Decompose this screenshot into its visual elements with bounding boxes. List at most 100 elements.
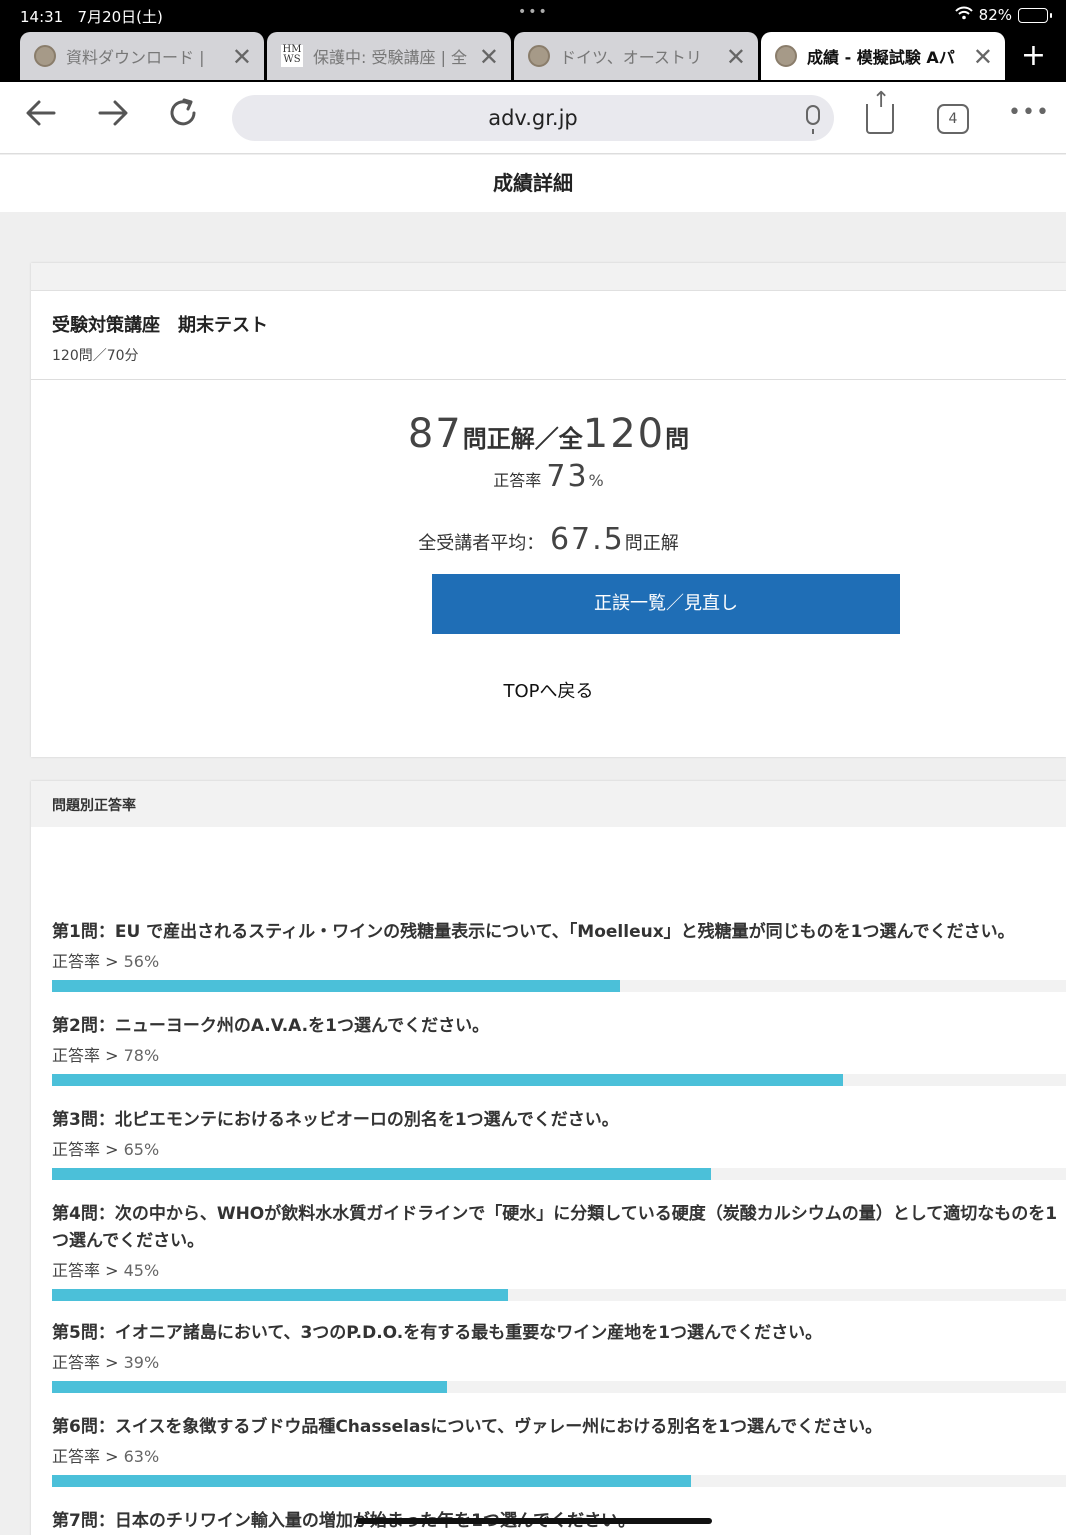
question-rate: 正答率 > 63%: [52, 1443, 1066, 1467]
battery-icon: [1018, 7, 1052, 23]
close-icon[interactable]: ✕: [479, 43, 499, 71]
question-rate: 正答率 > 78%: [52, 1042, 1066, 1066]
rate-line: 正答率 73%: [31, 459, 1066, 494]
rate-bar-fill: [52, 1289, 509, 1301]
rate-prefix: 正答率 >: [52, 1353, 124, 1372]
total-count: 120: [582, 411, 666, 457]
question-title: 第6問：スイスを象徴するブドウ品種Chasselasについて、ヴァレー州における…: [52, 1417, 883, 1437]
reload-icon[interactable]: [166, 96, 200, 139]
site-seal-icon: [34, 45, 56, 67]
status-right: 82%: [954, 6, 1052, 24]
rate-prefix: 正答率 >: [52, 1140, 124, 1159]
rate-bar-fill: [52, 1381, 448, 1393]
question-title: 第1問：EU で産出されるスティル・ワインの残糖量表示について、「Moelleu…: [52, 922, 1015, 942]
microphone-icon[interactable]: [806, 105, 820, 134]
rate-bar-fill: [52, 980, 620, 992]
question-rate: 正答率 > 39%: [52, 1349, 1066, 1373]
back-to-top-label: TOPへ戻る: [503, 681, 594, 702]
url-text: adv.gr.jp: [488, 106, 578, 130]
total-suffix: 問: [665, 425, 690, 453]
status-bar: 14:31 7月20日(土) ••• 82%: [0, 0, 1066, 32]
score-line: 87問正解／全120問: [31, 411, 1066, 457]
rate-bar-fill: [52, 1475, 691, 1487]
average-suffix: 問正解: [624, 533, 679, 554]
rate-prefix: 正答率 >: [52, 1261, 124, 1280]
status-time: 14:31 7月20日(土): [20, 8, 163, 26]
tab-bar: 資料ダウンロード | ✕ HM WS 保護中: 受験講座 | 全 ✕ ドイツ、オ…: [0, 32, 1066, 82]
rate-bar-track: [52, 980, 1066, 992]
test-name: 受験対策講座 期末テスト: [52, 315, 268, 336]
card-top-strip: [31, 263, 1066, 291]
rate-value: 78%: [123, 1046, 160, 1065]
rate-bar-track: [52, 1168, 1066, 1180]
back-to-top-link[interactable]: TOPへ戻る: [31, 677, 1066, 703]
share-icon[interactable]: [866, 88, 894, 134]
average-value: 67.5: [549, 522, 625, 557]
average-line: 全受講者平均： 67.5問正解: [31, 522, 1066, 557]
tab-label: 資料ダウンロード |: [66, 48, 205, 67]
rate-bar-track: [52, 1289, 1066, 1301]
rate-bar-track: [52, 1074, 1066, 1086]
result-summary-card: 受験対策講座 期末テスト 120問／70分 87問正解／全120問 正答率 73…: [31, 263, 1066, 757]
page-title: 成績詳細: [0, 155, 1066, 212]
back-arrow-icon[interactable]: [24, 96, 58, 139]
tab-count-button[interactable]: 4: [937, 104, 969, 134]
site-seal-icon: [528, 45, 550, 67]
question-item[interactable]: 第1問：EU で産出されるスティル・ワインの残糖量表示について、「Moelleu…: [52, 919, 1066, 992]
rate-bar-fill: [52, 1074, 843, 1086]
tab-label: 成績 - 模擬試験 Aパ: [807, 48, 955, 67]
close-icon[interactable]: ✕: [232, 43, 252, 71]
question-item[interactable]: 第6問：スイスを象徴するブドウ品種Chasselasについて、ヴァレー州における…: [52, 1414, 1066, 1487]
question-rate: 正答率 > 45%: [52, 1257, 1066, 1281]
rate-bar-fill: [52, 1168, 712, 1180]
tab-1[interactable]: 資料ダウンロード | ✕: [20, 32, 264, 80]
section-title: 問題別正答率: [31, 781, 1066, 827]
battery-percent: 82%: [978, 6, 1012, 24]
question-item[interactable]: 第4問：次の中から、WHOが飲料水水質ガイドラインで「硬水」に分類している硬度（…: [52, 1201, 1066, 1301]
review-answers-button[interactable]: 正誤一覧／見直し: [432, 574, 900, 634]
question-rate: 正答率 > 56%: [52, 948, 1066, 972]
question-rate: 正答率 > 65%: [52, 1136, 1066, 1160]
more-options-icon[interactable]: •••: [1008, 100, 1050, 125]
url-bar[interactable]: adv.gr.jp: [232, 95, 834, 141]
rate-prefix: 正答率 >: [52, 1046, 124, 1065]
rate-value: 65%: [123, 1140, 160, 1159]
rate-value: 63%: [123, 1447, 160, 1466]
rate-value: 56%: [123, 952, 160, 971]
forward-arrow-icon[interactable]: [96, 96, 130, 139]
question-title: 第3問：北ピエモンテにおけるネッビオーロの別名を1つ選んでください。: [52, 1110, 619, 1130]
tab-2[interactable]: HM WS 保護中: 受験講座 | 全 ✕: [267, 32, 511, 80]
status-date: 7月20日(土): [77, 8, 163, 26]
new-tab-plus-icon[interactable]: +: [1021, 38, 1046, 73]
test-header: 受験対策講座 期末テスト 120問／70分: [31, 291, 1066, 380]
test-subinfo: 120問／70分: [52, 348, 139, 364]
average-label: 全受講者平均：: [418, 533, 545, 554]
tab-label: ドイツ、オーストリ: [560, 48, 702, 67]
rate-value: 45%: [123, 1261, 160, 1280]
rate-value: 73: [546, 459, 589, 494]
rate-value: 39%: [123, 1353, 160, 1372]
question-title: 第2問：ニューヨーク州のA.V.A.を1つ選んでください。: [52, 1016, 490, 1036]
per-question-rate-card: 問題別正答率 第1問：EU で産出されるスティル・ワインの残糖量表示について、「…: [31, 781, 1066, 1535]
rate-prefix: 正答率 >: [52, 1447, 124, 1466]
correct-suffix: 問正解／全: [462, 425, 583, 453]
question-title: 第5問：イオニア諸島において、3つのP.D.O.を有する最も重要なワイン産地を1…: [52, 1323, 823, 1343]
tab-4-active[interactable]: 成績 - 模擬試験 Aパ ✕: [761, 32, 1005, 80]
question-item[interactable]: 第3問：北ピエモンテにおけるネッビオーロの別名を1つ選んでください。 正答率 >…: [52, 1107, 1066, 1180]
question-item[interactable]: 第5問：イオニア諸島において、3つのP.D.O.を有する最も重要なワイン産地を1…: [52, 1320, 1066, 1393]
hmws-logo-icon: HM WS: [281, 44, 303, 67]
home-indicator: [356, 1518, 712, 1524]
rate-bar-track: [52, 1475, 1066, 1487]
tab-label: 保護中: 受験講座 | 全: [313, 48, 468, 67]
rate-bar-track: [52, 1381, 1066, 1393]
site-seal-icon: [775, 45, 797, 67]
rate-label: 正答率: [493, 471, 542, 490]
close-icon[interactable]: ✕: [973, 43, 993, 71]
multitask-dots-icon[interactable]: •••: [518, 4, 549, 20]
correct-count: 87: [407, 411, 463, 457]
tab-3[interactable]: ドイツ、オーストリ ✕: [514, 32, 758, 80]
close-icon[interactable]: ✕: [726, 43, 746, 71]
question-item[interactable]: 第2問：ニューヨーク州のA.V.A.を1つ選んでください。 正答率 > 78%: [52, 1013, 1066, 1086]
question-title: 第4問：次の中から、WHOが飲料水水質ガイドラインで「硬水」に分類している硬度（…: [52, 1204, 1058, 1251]
wifi-icon: [954, 6, 973, 24]
